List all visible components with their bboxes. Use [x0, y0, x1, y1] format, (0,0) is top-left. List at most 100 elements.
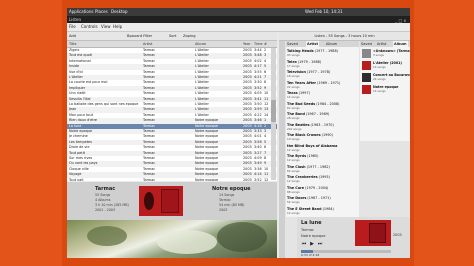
table-row[interactable]: Tout nait Tarmac Notre epoque 2003 3:52 12: [67, 178, 277, 181]
artist-years: (1979 - 1988): [297, 59, 322, 64]
artist-item[interactable]: The E Street Band(1984) 12 songs: [287, 207, 358, 215]
previous-button[interactable]: ⏮: [301, 241, 307, 247]
table-cell: Tarmac: [143, 177, 156, 181]
artist-song-count: 12 songs: [287, 158, 300, 162]
album-thumbnail: [362, 61, 371, 70]
artist-item[interactable]: The Doors(1967 - 1971) 52 songs: [287, 196, 358, 204]
tab-artist[interactable]: Artist: [377, 41, 386, 47]
tab-album[interactable]: Album: [393, 41, 408, 47]
artist-item[interactable]: the Blind Boys of Alabama 12 songs: [287, 144, 358, 152]
menu-controls[interactable]: Controls: [81, 23, 98, 31]
menu-help[interactable]: Help: [113, 23, 122, 31]
album-info-line: Tarmac: [219, 198, 231, 202]
artist-song-count: 22 songs: [287, 84, 300, 89]
album-song-count: 14 songs: [373, 65, 386, 69]
table-cell: Notre epoque: [195, 177, 219, 181]
now-playing-cover: [355, 220, 391, 246]
top-panel: Applications Places Desktop Wed Feb 10, …: [67, 8, 410, 16]
artist-song-count: 93 songs: [287, 53, 300, 57]
artist-song-count: 18 songs: [287, 74, 300, 78]
panel-clock[interactable]: Wed Feb 10, 14:31: [305, 8, 343, 16]
artist-item[interactable]: The Bad Seeds(1984 - 2008) 61 songs: [287, 102, 358, 110]
filter-button[interactable]: Bpouard Filter: [127, 32, 152, 40]
status-text: Listen - 55 Songs - 3 hours 10 min: [279, 32, 410, 41]
artist-item[interactable]: The Byrds(1965) 12 songs: [287, 154, 358, 162]
zoom-button[interactable]: Zoping: [183, 32, 196, 40]
artist-name: The Clash: [287, 164, 306, 169]
column-album[interactable]: Album: [195, 41, 206, 47]
artist-song-count: 52 songs: [287, 200, 300, 204]
artist-song-count: 12 songs: [287, 210, 300, 215]
artist-item[interactable]: The Beatles(1963 - 1970) 210 songs: [287, 123, 358, 131]
artist-item[interactable]: The Cure(1979 - 2004) 88 songs: [287, 186, 358, 194]
artist-years: (1977 - 1978): [306, 70, 331, 74]
artist-item[interactable]: The Black Crowes(1990) 10 songs: [287, 133, 358, 141]
artist-info-line: 55 Songs: [95, 193, 111, 197]
artist-years: (1967 - 1969): [305, 112, 330, 116]
artist-item[interactable]: Talking Heads(1977 - 1988) 93 songs: [287, 49, 358, 57]
column-artist[interactable]: Artist: [143, 41, 152, 47]
info-panel: Tarmac 55 Songs 4 Albums 3 h 10 min (285…: [67, 182, 277, 220]
column-time[interactable]: Time: [254, 41, 263, 47]
artist-name: Ten Years After: [287, 80, 317, 85]
sort-button[interactable]: Sort: [169, 32, 176, 40]
song-table: Title Artist Album Year Time # Zigeiz Tar…: [67, 41, 277, 181]
album-song-count: 14 songs: [373, 89, 386, 93]
play-button[interactable]: ▶: [309, 241, 315, 247]
table-header: Title Artist Album Year Time #: [67, 41, 277, 48]
toolbar: Add Bpouard Filter Sort Zoping: [67, 32, 277, 41]
artist-name: The E Street Band: [287, 206, 322, 211]
column-number[interactable]: #: [264, 41, 267, 47]
add-button[interactable]: Add: [69, 32, 76, 40]
album-item[interactable]: Notre epoque 14 songs: [362, 85, 410, 97]
menu-file[interactable]: File: [69, 23, 76, 31]
window-title: Listen: [69, 17, 81, 22]
artist-info-line: 2001 - 2003: [95, 208, 116, 212]
artist-item[interactable]: Texas(1997) 14 songs: [287, 91, 358, 99]
window-titlebar[interactable]: Listen _ □ x: [67, 16, 410, 23]
tab-saved[interactable]: Saved: [287, 41, 298, 47]
now-playing-year: 2003: [393, 233, 402, 237]
menu-view[interactable]: View: [101, 23, 111, 31]
artist-item[interactable]: The Band(1967 - 1969) 28 songs: [287, 112, 358, 120]
artist-song-count: 28 songs: [287, 116, 300, 120]
left-border: [0, 0, 62, 266]
tab-saved[interactable]: Saved: [361, 41, 372, 47]
artist-song-count: 14 songs: [287, 95, 300, 99]
album-item[interactable]: <Unknown> (Tarmac) 3 songs: [362, 49, 410, 61]
desktop-screen: Applications Places Desktop Wed Feb 10, …: [67, 8, 410, 258]
tab-album[interactable]: Album: [326, 41, 337, 47]
artist-song-count: 210 songs: [287, 126, 302, 131]
artist-years: (1984): [322, 206, 334, 211]
artist-item[interactable]: Ten Years After(1969 - 1971) 22 songs: [287, 81, 358, 89]
artist-item[interactable]: The Clash(1977 - 1982) 64 songs: [287, 165, 358, 173]
album-item[interactable]: Concert au Bocarove 24 songs: [362, 73, 410, 85]
artist-song-count: 12 songs: [287, 147, 300, 152]
panel-menu-applications[interactable]: Applications: [69, 8, 93, 16]
artist-item[interactable]: Telex(1979 - 1988) 17 songs: [287, 60, 358, 68]
next-button[interactable]: ⏭: [317, 241, 323, 247]
artist-years: (1993): [318, 175, 330, 179]
artist-info-line: 4 Albums: [95, 198, 111, 202]
tab-artist[interactable]: Artist: [306, 41, 320, 47]
now-playing-artist: Tarmac: [301, 228, 314, 232]
sidebar-scrollbar[interactable]: [279, 41, 285, 258]
panel-menu-desktop[interactable]: Desktop: [111, 8, 128, 16]
menubar: File Controls View Help: [67, 23, 410, 32]
artist-item[interactable]: The Cranberries(1993) 12 songs: [287, 175, 358, 183]
album-item[interactable]: L'Atelier (2001) 14 songs: [362, 61, 410, 73]
artist-name: The Beatles: [287, 122, 310, 127]
artist-song-count: 88 songs: [287, 189, 300, 194]
album-song-count: 3 songs: [373, 53, 384, 57]
artist-years: (1963 - 1970): [310, 122, 334, 127]
column-title[interactable]: Title: [69, 41, 77, 47]
table-scrollbar-thumb[interactable]: [271, 100, 276, 122]
artist-years: (1967 - 1971): [307, 196, 331, 200]
artist-info-line: 3 h 10 min (285 MB): [95, 203, 129, 207]
now-playing-panel: La lune Tarmac Notre epoque 2003 0:33 of…: [297, 217, 410, 258]
panel-menu-places[interactable]: Places: [95, 8, 108, 16]
column-year[interactable]: Year: [243, 41, 250, 47]
album-thumbnail: [362, 85, 371, 94]
artist-item[interactable]: Television(1977 - 1978) 18 songs: [287, 70, 358, 78]
table-cell: Tout nait: [69, 177, 84, 181]
